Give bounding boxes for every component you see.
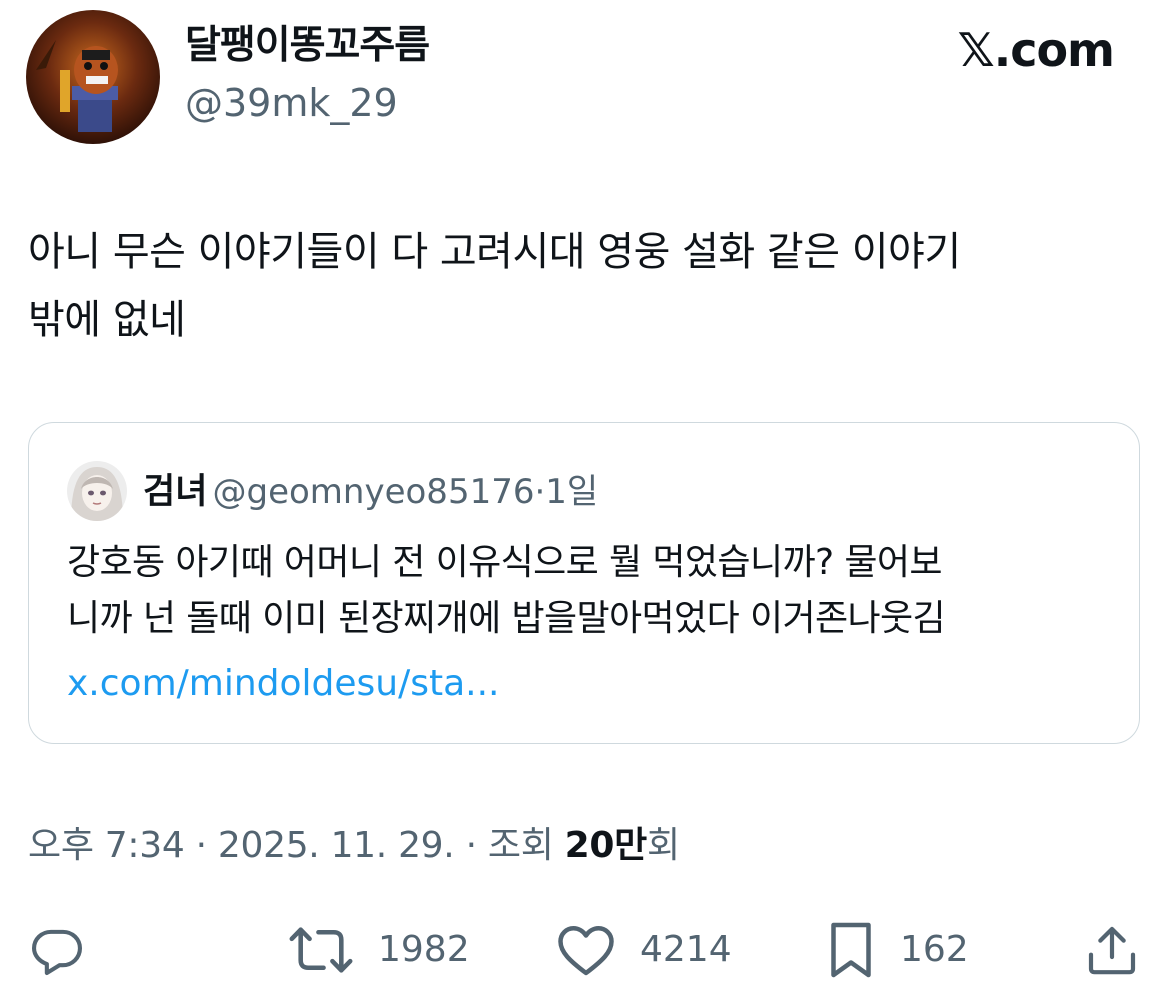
heart-icon xyxy=(558,926,614,976)
share-icon xyxy=(1088,926,1136,975)
quoted-timestamp[interactable]: 1일 xyxy=(545,472,598,512)
reply-button[interactable] xyxy=(28,918,86,982)
author-handle[interactable]: @39mk_29 xyxy=(185,78,398,128)
meta-separator-2: · xyxy=(454,825,488,866)
views-suffix: 회 xyxy=(647,825,680,866)
views-count[interactable]: 20만 xyxy=(565,825,648,866)
bookmark-button[interactable]: 162 xyxy=(826,918,969,982)
quoted-author-name[interactable]: 검녀 xyxy=(143,472,207,512)
quoted-separator: · xyxy=(534,472,546,512)
quoted-tweet-card[interactable]: 검녀 @geomnyeo85176·1일 강호동 아기때 어머니 전 이유식으로… xyxy=(28,422,1140,744)
quoted-tweet-text: 강호동 아기때 어머니 전 이유식으로 뭘 먹었습니까? 물어보 니까 넌 돌때… xyxy=(67,542,946,639)
quoted-tweet-link[interactable]: x.com/mindoldesu/sta... xyxy=(67,659,500,709)
views-label: 조회 xyxy=(487,825,565,866)
action-bar: 1982 4214 162 xyxy=(0,918,1170,982)
like-count: 4214 xyxy=(640,929,732,970)
brand-logo: 𝕏.com xyxy=(957,23,1115,77)
share-button[interactable] xyxy=(1084,918,1140,982)
bookmark-icon xyxy=(831,922,871,978)
retweet-button[interactable]: 1982 xyxy=(288,918,470,982)
like-button[interactable]: 4214 xyxy=(556,918,732,982)
quoted-tweet-header: 검녀 @geomnyeo85176·1일 xyxy=(143,467,598,523)
tweet-meta: 오후 7:34 · 2025. 11. 29. · 조회 20만회 xyxy=(28,820,680,872)
quoted-author-handle[interactable]: @geomnyeo85176 xyxy=(213,472,535,512)
meta-separator: · xyxy=(184,825,218,866)
retweet-count: 1982 xyxy=(378,929,470,970)
reply-icon xyxy=(31,929,83,976)
retweet-icon xyxy=(289,927,353,973)
bookmark-count: 162 xyxy=(900,929,969,970)
quoted-author-avatar xyxy=(67,461,127,521)
tweet-date[interactable]: 2025. 11. 29. xyxy=(218,825,455,866)
author-avatar[interactable] xyxy=(26,10,160,144)
tweet-text: 아니 무슨 이야기들이 다 고려시대 영웅 설화 같은 이야기 밖에 없네 xyxy=(28,229,961,343)
author-display-name[interactable]: 달팽이똥꼬주름 xyxy=(185,20,430,72)
tweet-time[interactable]: 오후 7:34 xyxy=(28,825,185,866)
